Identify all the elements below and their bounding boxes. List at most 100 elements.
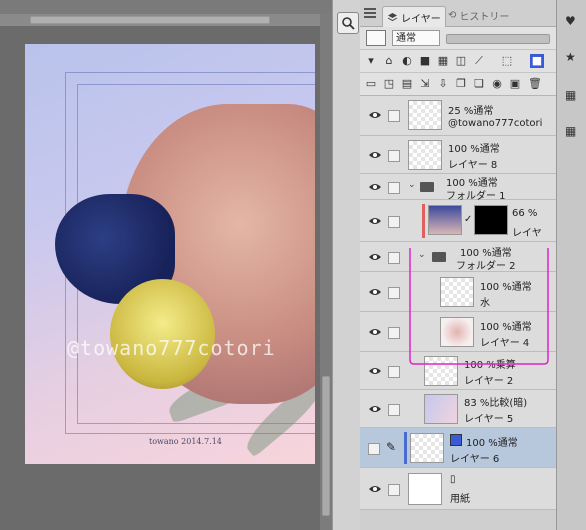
scrollbar-thumb[interactable] bbox=[322, 376, 330, 516]
opacity-slider-fill bbox=[447, 35, 549, 43]
eye-icon[interactable] bbox=[368, 404, 382, 414]
layer-lock-toolbar: ▾ ⌂ ◐ ■ ▦ ◫ ⟋ ⬚ ■ bbox=[360, 50, 556, 73]
mask-add-icon[interactable]: ◉ bbox=[490, 77, 504, 91]
opacity-slider[interactable] bbox=[446, 34, 550, 44]
layer-thumbnail bbox=[428, 205, 462, 235]
layer-checkbox[interactable] bbox=[388, 366, 400, 378]
delete-icon[interactable]: 🗑 bbox=[528, 77, 542, 91]
reference-layer-icon[interactable]: ⬚ bbox=[500, 54, 514, 68]
layer-row-selected[interactable]: ✎ 100 %通常 レイヤー 6 bbox=[360, 428, 556, 468]
eye-icon[interactable] bbox=[368, 182, 382, 192]
layer-row-paper[interactable]: ▯ 用紙 bbox=[360, 468, 556, 510]
duplicate-icon[interactable]: ❐ bbox=[454, 77, 468, 91]
new-vector-icon[interactable]: ◳ bbox=[382, 77, 396, 91]
check-icon: ✓ bbox=[464, 214, 473, 225]
layer-name: レイヤー 5 bbox=[464, 414, 514, 425]
layer-thumbnail bbox=[408, 140, 442, 170]
history-icon: ⟲ bbox=[448, 9, 457, 21]
layer-name: レイヤー 8 bbox=[448, 160, 498, 171]
material-icon[interactable]: ▦ bbox=[565, 88, 579, 102]
layer-checkbox[interactable] bbox=[388, 182, 400, 194]
tab-history[interactable]: ⟲ ヒストリー bbox=[444, 6, 513, 24]
tab-history-label: ヒストリー bbox=[459, 11, 510, 23]
layer-thumbnail bbox=[408, 100, 442, 130]
layer-panel: レイヤー ⟲ ヒストリー 通常 ▾ ⌂ ◐ ■ ▦ ◫ ⟋ ⬚ ■ ▭ ◳ ▤ … bbox=[360, 0, 586, 530]
new-folder-icon[interactable]: ▤ bbox=[400, 77, 414, 91]
artist-signature: towano 2014.7.14 bbox=[149, 437, 222, 446]
eye-icon[interactable] bbox=[368, 110, 382, 120]
menu-icon[interactable] bbox=[364, 8, 376, 18]
panel-tab-bar: レイヤー ⟲ ヒストリー bbox=[360, 0, 556, 27]
tab-layer-label: レイヤー bbox=[401, 13, 441, 25]
heart-icon[interactable]: ♥ bbox=[565, 14, 579, 28]
mask-thumbnail bbox=[474, 205, 508, 235]
transfer-icon[interactable]: ⇲ bbox=[418, 77, 432, 91]
layer-name: @towano777cotori bbox=[448, 118, 543, 129]
layer-blend: 83 %比較(暗) bbox=[464, 398, 528, 409]
figure-blond-hair bbox=[110, 279, 215, 389]
eye-icon[interactable] bbox=[368, 150, 382, 160]
layer-checkbox[interactable] bbox=[388, 150, 400, 162]
layer-checkbox[interactable] bbox=[388, 327, 400, 339]
layers-icon bbox=[387, 12, 398, 21]
mask-icon[interactable]: ◫ bbox=[454, 54, 468, 68]
layer-name: 用紙 bbox=[450, 494, 470, 505]
layer-action-toolbar: ▭ ◳ ▤ ⇲ ⇩ ❐ ❏ ◉ ▣ 🗑 bbox=[360, 73, 556, 96]
layer-row-folder[interactable]: ⌄ 100 %通常 フォルダー 1 bbox=[360, 174, 556, 202]
layer-row[interactable]: 100 %通常 レイヤー 8 bbox=[360, 136, 556, 174]
reference-icon[interactable]: ▾ bbox=[364, 54, 378, 68]
layer-thumbnail bbox=[424, 394, 458, 424]
layer-row[interactable]: 25 %通常 @towano777cotori bbox=[360, 96, 556, 136]
lock-icon[interactable]: ■ bbox=[418, 54, 432, 68]
copy-icon[interactable]: ❏ bbox=[472, 77, 486, 91]
star-icon[interactable]: ★ bbox=[565, 50, 579, 64]
right-tool-strip: ♥ ★ ▦ ▦ bbox=[556, 0, 586, 530]
layer-blend: 100 %通常 bbox=[448, 144, 500, 155]
vertical-scrollbar[interactable] bbox=[320, 14, 332, 530]
clip-icon[interactable]: ⌂ bbox=[382, 54, 396, 68]
navigator-button[interactable] bbox=[337, 12, 359, 34]
grid-icon[interactable]: ▦ bbox=[565, 124, 579, 138]
horizontal-scrollbar[interactable] bbox=[0, 14, 320, 26]
layer-row[interactable]: ✓ 66 % レイヤ bbox=[360, 200, 556, 242]
paper-thumbnail bbox=[408, 473, 442, 505]
layer-blend: 66 % bbox=[512, 208, 538, 219]
eye-icon[interactable] bbox=[368, 366, 382, 376]
lock-transparency-icon[interactable]: ▦ bbox=[436, 54, 450, 68]
canvas-area[interactable]: @towano777cotori towano 2014.7.14 bbox=[0, 0, 332, 530]
scrollbar-thumb[interactable] bbox=[30, 16, 270, 24]
layer-checkbox[interactable] bbox=[368, 443, 380, 455]
color-layer-icon bbox=[450, 434, 462, 446]
eye-icon[interactable] bbox=[368, 216, 382, 226]
eye-icon[interactable] bbox=[368, 484, 382, 494]
layer-row[interactable]: 83 %比較(暗) レイヤー 5 bbox=[360, 390, 556, 428]
color-swatch[interactable] bbox=[366, 30, 386, 46]
ruler-icon[interactable]: ⟋ bbox=[472, 54, 486, 68]
layer-property-bar: 通常 bbox=[360, 27, 556, 50]
palette-icon[interactable]: ◐ bbox=[400, 54, 414, 68]
magnifier-icon bbox=[342, 17, 355, 30]
layer-blend: 100 %通常 bbox=[466, 438, 518, 449]
watermark-text: @towano777cotori bbox=[67, 336, 276, 360]
layer-checkbox[interactable] bbox=[388, 287, 400, 299]
layer-checkbox[interactable] bbox=[388, 110, 400, 122]
navigator-strip bbox=[332, 0, 361, 530]
layer-checkbox[interactable] bbox=[388, 484, 400, 496]
color-layer-icon[interactable]: ■ bbox=[530, 54, 544, 68]
chevron-down-icon[interactable]: ⌄ bbox=[408, 180, 416, 190]
artwork-canvas[interactable]: @towano777cotori towano 2014.7.14 bbox=[25, 44, 315, 464]
layer-checkbox[interactable] bbox=[388, 404, 400, 416]
merge-icon[interactable]: ⇩ bbox=[436, 77, 450, 91]
eye-icon[interactable] bbox=[368, 252, 382, 262]
layer-checkbox[interactable] bbox=[388, 216, 400, 228]
tab-layer[interactable]: レイヤー bbox=[382, 6, 446, 27]
mask-apply-icon[interactable]: ▣ bbox=[508, 77, 522, 91]
eye-icon[interactable] bbox=[368, 327, 382, 337]
blend-mode-select[interactable]: 通常 bbox=[392, 30, 440, 46]
new-raster-icon[interactable]: ▭ bbox=[364, 77, 378, 91]
layer-blend: 25 %通常 bbox=[448, 106, 494, 117]
layer-name: レイヤ bbox=[512, 228, 542, 239]
eye-icon[interactable] bbox=[368, 287, 382, 297]
layer-checkbox[interactable] bbox=[388, 252, 400, 264]
folder-icon bbox=[420, 182, 434, 192]
